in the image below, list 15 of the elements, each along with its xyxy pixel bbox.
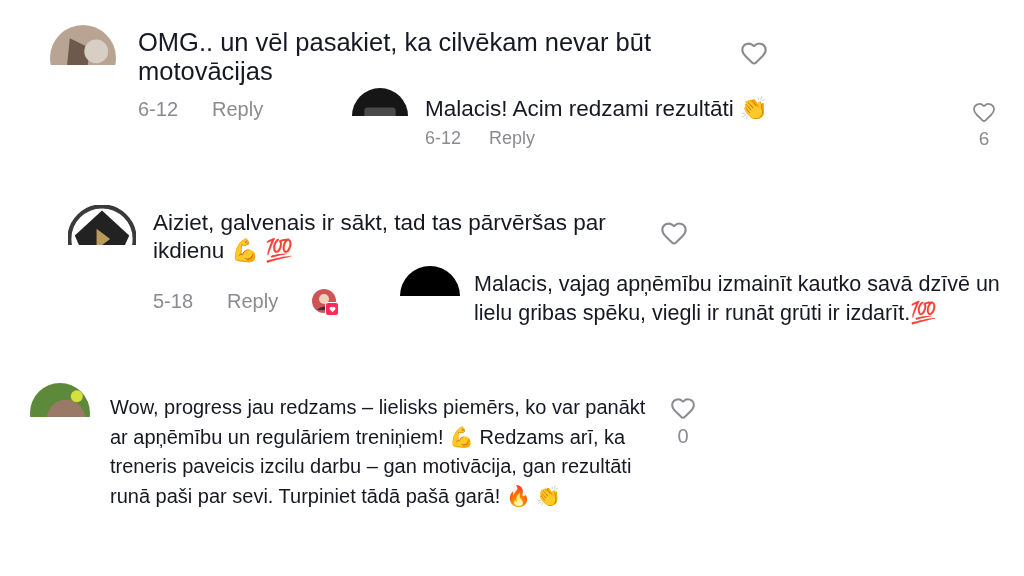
- reply-link[interactable]: Reply: [227, 289, 279, 313]
- like-button[interactable]: [670, 395, 696, 421]
- like-button[interactable]: [972, 100, 996, 124]
- comment-text: Malacis! Acim redzami rezultāti 👏: [425, 96, 770, 122]
- like-count: 0: [677, 425, 689, 448]
- comment-date: 6-12: [138, 98, 179, 121]
- comment-date: 6-12: [425, 128, 462, 149]
- comment-text: OMG.. un vēl pasakiet, ka cilvēkam nevar būt motovācijas: [138, 28, 653, 86]
- comment-text: Malacis, vajag apņēmību izmainīt kautko savā dzīvē un lielu gribas spēku, viegli ir runāt grūti ir izdarīt.💯: [474, 271, 1001, 327]
- comment-text: Aiziet, galvenais ir sākt, tad tas pārvēršas par ikdienu 💪 💯: [153, 209, 607, 265]
- comment-text: Wow, progress jau redzams – lielisks piemērs, ko var panākt ar apņēmību un regulāriem treniņiem! 💪 Redzams arī, ka treneris paveicis izcilu darbu – gan motivācija, gan rezultāti runā paši par sevi. Turpiniet tādā pašā garā! 🔥 👏: [110, 395, 647, 509]
- like-count: 6: [978, 128, 990, 150]
- reply-link[interactable]: Reply: [489, 128, 536, 149]
- reply-link[interactable]: Reply: [212, 98, 264, 121]
- comment-date: 5-18: [153, 289, 194, 313]
